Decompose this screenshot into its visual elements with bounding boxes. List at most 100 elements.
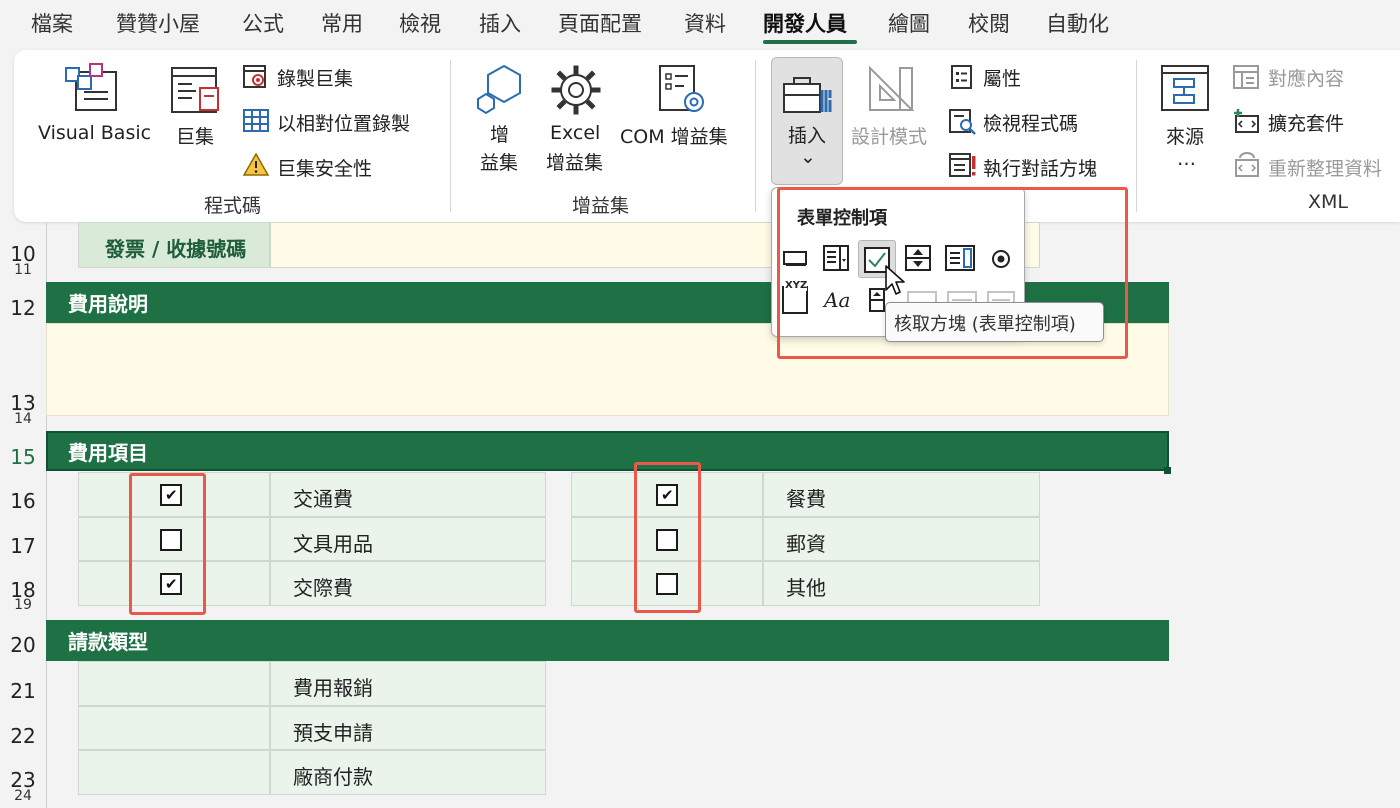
addins-group-label: 增益集 xyxy=(572,195,630,217)
section-title: 請款類型 xyxy=(68,630,148,654)
map-properties-label: 對應內容 xyxy=(1268,68,1345,90)
menu-bar: 檔案 贊贊小屋 公式 常用 檢視 插入 頁面配置 資料 開發人員 繪圖 校閱 自… xyxy=(0,0,1400,50)
tab-automate[interactable]: 自動化 xyxy=(1046,8,1109,38)
tab-view[interactable]: 檢視 xyxy=(399,8,441,38)
view-code-label: 檢視程式碼 xyxy=(983,113,1079,135)
view-code-icon xyxy=(949,109,976,135)
run-dialog-label: 執行對話方塊 xyxy=(983,158,1098,180)
tab-review[interactable]: 校閱 xyxy=(968,8,1010,38)
macros-label: 巨集 xyxy=(176,126,215,148)
xml-group-label: XML xyxy=(1308,191,1348,213)
gear-icon xyxy=(551,65,601,115)
insert-controls-button[interactable]: 插入 ⌄ xyxy=(771,57,843,185)
tab-developer[interactable]: 開發人員 xyxy=(763,8,847,38)
record-macro-icon xyxy=(243,65,266,88)
row-number[interactable]: 20 xyxy=(0,633,46,657)
expansion-packs-icon xyxy=(1234,109,1259,133)
map-properties-icon xyxy=(1233,65,1259,89)
tab-file[interactable]: 檔案 xyxy=(31,8,73,38)
group-separator xyxy=(450,60,451,212)
tab-formulas[interactable]: 公式 xyxy=(242,8,284,38)
item-label-cell: 交通費 xyxy=(270,472,546,517)
claim-type-option-cell[interactable] xyxy=(78,706,270,750)
claim-type-label-cell: 費用報銷 xyxy=(270,661,546,706)
tab-home[interactable]: 常用 xyxy=(321,8,363,38)
item-label: 交際費 xyxy=(293,576,353,600)
visual-basic-icon xyxy=(65,63,117,111)
highlight-box-form-controls xyxy=(777,187,1128,359)
relative-reference-label: 以相對位置錄製 xyxy=(277,113,411,135)
section-title: 費用項目 xyxy=(68,440,148,465)
item-label-cell: 其他 xyxy=(763,561,1040,606)
addins-label-2: 益集 xyxy=(480,152,519,174)
claim-type-label: 預支申請 xyxy=(293,721,373,745)
row-number[interactable]: 19 xyxy=(0,597,46,613)
code-group-label: 程式碼 xyxy=(204,195,262,217)
properties-label: 屬性 xyxy=(983,68,1022,90)
tab-page-layout[interactable]: 頁面配置 xyxy=(558,8,642,38)
tab-insert[interactable]: 插入 xyxy=(479,8,521,38)
refresh-data-label: 重新整理資料 xyxy=(1268,158,1383,180)
row-number[interactable]: 14 xyxy=(0,411,46,427)
row-number[interactable]: 21 xyxy=(0,679,46,703)
xml-source-label-1: 來源 xyxy=(1166,126,1205,148)
claim-type-option-cell[interactable] xyxy=(78,661,270,706)
com-addins-icon xyxy=(659,65,704,112)
design-mode-ruler-icon xyxy=(869,65,915,111)
active-tab-indicator xyxy=(763,40,857,44)
section-header-claim-type[interactable]: 請款類型 xyxy=(46,620,1169,661)
addins-label-1: 增 xyxy=(490,124,510,146)
item-label: 餐費 xyxy=(786,487,826,511)
properties-icon xyxy=(951,65,972,89)
item-label: 文具用品 xyxy=(293,532,373,556)
claim-type-option-cell[interactable] xyxy=(78,750,270,795)
excel-addins-label-2: 增益集 xyxy=(546,152,604,174)
macro-security-label: 巨集安全性 xyxy=(277,158,373,180)
item-label-cell: 文具用品 xyxy=(270,517,546,561)
expansion-packs-label: 擴充套件 xyxy=(1268,113,1345,135)
chevron-down-icon: ⌄ xyxy=(800,146,816,168)
invoice-label: 發票 / 收據號碼 xyxy=(105,237,247,261)
excel-addins-label-1: Excel xyxy=(550,122,601,144)
highlight-box-left-checkboxes xyxy=(129,473,206,615)
group-separator xyxy=(1136,60,1137,212)
record-macro-label: 錄製巨集 xyxy=(277,68,354,90)
fill-handle[interactable] xyxy=(1164,467,1171,474)
xml-source-icon xyxy=(1161,65,1209,111)
addins-hexagon-icon xyxy=(477,64,521,115)
item-label: 郵資 xyxy=(786,532,826,556)
visual-basic-label: Visual Basic xyxy=(38,122,152,144)
claim-type-label-cell: 預支申請 xyxy=(270,706,546,750)
warning-icon xyxy=(242,152,270,176)
invoice-label-cell[interactable]: 發票 / 收據號碼 xyxy=(78,222,270,268)
group-separator xyxy=(755,60,756,212)
insert-controls-label: 插入 xyxy=(788,125,827,147)
row-number[interactable]: 11 xyxy=(0,262,46,278)
claim-type-label: 費用報銷 xyxy=(293,676,373,700)
toolbox-icon xyxy=(783,77,832,113)
claim-type-label: 廠商付款 xyxy=(293,765,373,789)
row-number[interactable]: 12 xyxy=(0,296,46,320)
row-number[interactable]: 16 xyxy=(0,489,46,513)
section-title: 費用說明 xyxy=(68,292,148,316)
design-mode-label: 設計模式 xyxy=(851,126,928,148)
row-number-selected[interactable]: 15 xyxy=(0,445,46,469)
refresh-data-icon xyxy=(1235,152,1259,177)
com-addins-label: COM 增益集 xyxy=(620,126,728,148)
ribbon: Visual Basic 巨集 錄製巨集 以相對位置錄製 巨集安全性 程式碼 增… xyxy=(14,50,1400,222)
relative-reference-icon xyxy=(243,109,269,132)
item-label-cell: 郵資 xyxy=(763,517,1040,561)
item-label: 其他 xyxy=(786,576,826,600)
item-label-cell: 餐費 xyxy=(763,472,1040,517)
row-number[interactable]: 24 xyxy=(0,788,46,804)
claim-type-label-cell: 廠商付款 xyxy=(270,750,546,795)
item-label: 交通費 xyxy=(293,487,353,511)
row-number[interactable]: 22 xyxy=(0,724,46,748)
tab-data[interactable]: 資料 xyxy=(684,8,726,38)
tab-draw[interactable]: 繪圖 xyxy=(888,8,930,38)
tab-zanzan[interactable]: 贊贊小屋 xyxy=(116,8,200,38)
row-number[interactable]: 17 xyxy=(0,534,46,558)
section-header-items[interactable]: 費用項目 xyxy=(46,431,1169,471)
macros-icon xyxy=(171,67,219,113)
item-label-cell: 交際費 xyxy=(270,561,546,606)
